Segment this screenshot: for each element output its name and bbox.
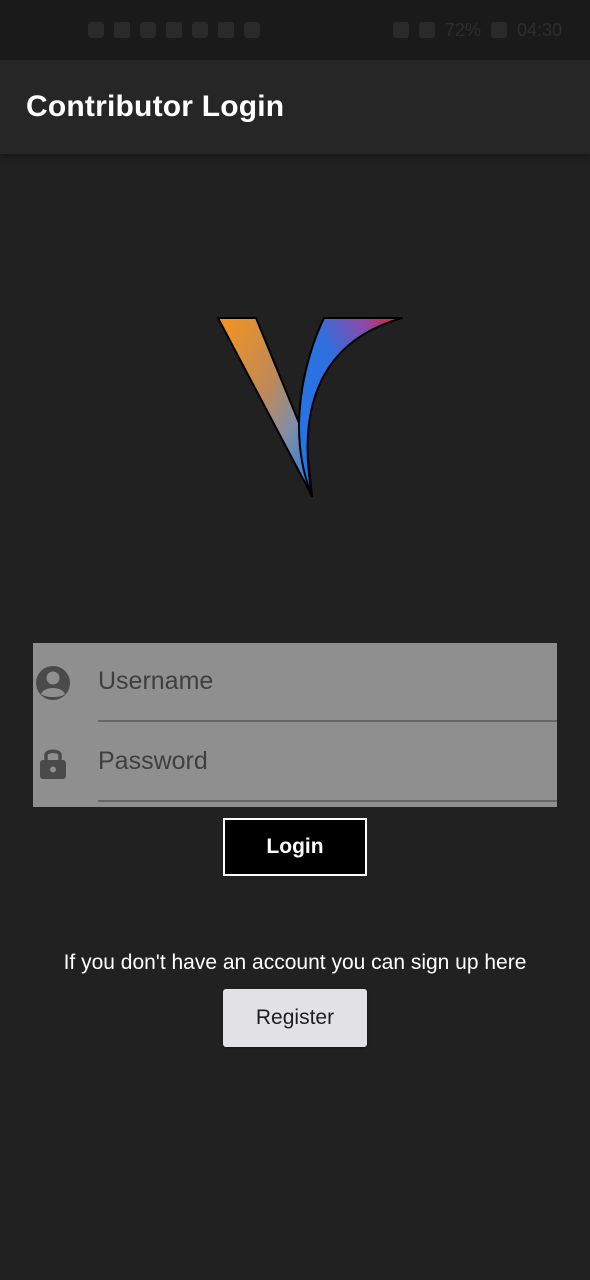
username-underline: [98, 720, 557, 722]
download-icon: [244, 22, 260, 38]
status-bar: 72% 04:30: [0, 0, 590, 60]
v-logo-icon: [217, 317, 403, 497]
alarm-icon: [418, 22, 435, 38]
app-bar: Contributor Login: [0, 60, 590, 154]
status-icons-left: [88, 22, 260, 38]
login-button[interactable]: Login: [223, 818, 367, 876]
status-icons-right: 72% 04:30: [392, 19, 562, 41]
password-input[interactable]: [98, 741, 557, 781]
password-row: [33, 723, 557, 803]
username-input[interactable]: [98, 661, 557, 701]
page-title: Contributor Login: [26, 90, 285, 123]
account-circle-icon: [36, 666, 70, 700]
username-row: [33, 643, 557, 723]
password-underline: [98, 800, 557, 802]
search-icon: [218, 22, 234, 38]
eye-icon: [392, 22, 409, 38]
signal-icon: [88, 22, 104, 38]
login-screen: 72% 04:30 Contributor Login Username Log…: [0, 0, 590, 1280]
camera-icon: [140, 22, 156, 38]
register-button[interactable]: Register: [223, 989, 367, 1047]
settings-icon: [192, 22, 208, 38]
battery-percent: 72%: [444, 19, 481, 40]
lock-icon: [40, 749, 66, 779]
signup-hint: If you don't have an account you can sig…: [63, 951, 527, 974]
status-time: 04:30: [516, 19, 562, 40]
wifi-icon: [114, 22, 130, 38]
login-form: [33, 643, 557, 807]
hourglass-icon: [166, 22, 182, 38]
battery-icon: [490, 22, 507, 38]
